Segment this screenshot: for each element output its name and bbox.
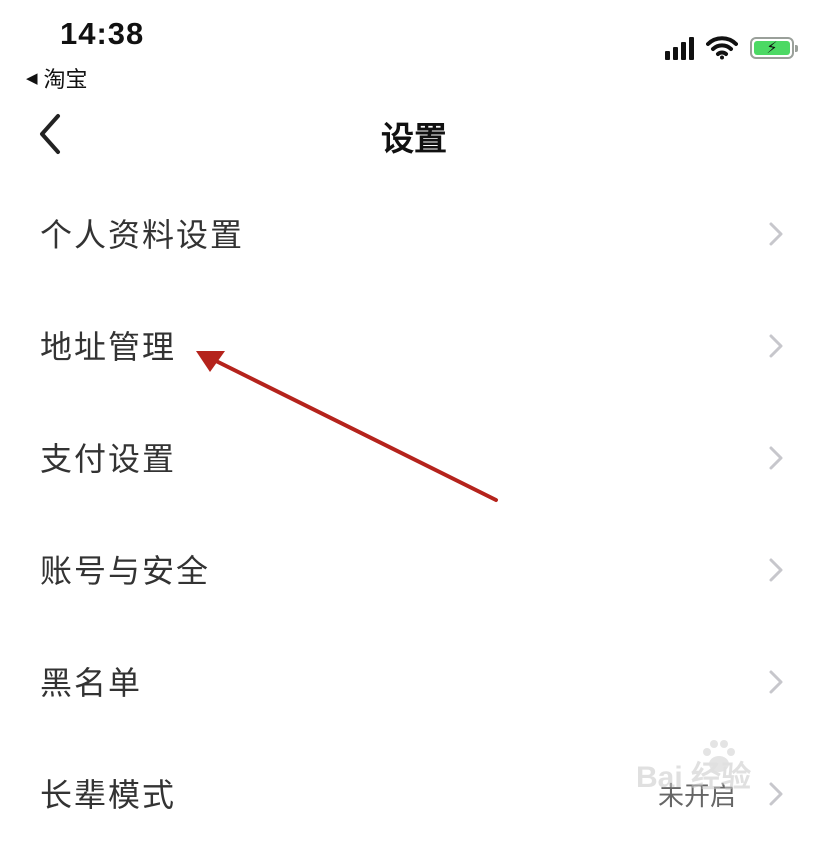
- settings-item-profile[interactable]: 个人资料设置: [0, 178, 828, 290]
- page-title: 设置: [381, 119, 447, 158]
- back-app-label: 淘宝: [43, 68, 88, 93]
- chevron-right-icon: [769, 558, 783, 582]
- cellular-signal-icon: [665, 36, 694, 60]
- settings-item-account-security[interactable]: 账号与安全: [0, 514, 828, 626]
- navigation-bar: 设置: [0, 100, 828, 170]
- settings-item-label: 个人资料设置: [40, 216, 245, 254]
- settings-item-label: 黑名单: [40, 664, 143, 702]
- chevron-right-icon: [769, 222, 783, 246]
- chevron-right-icon: [769, 670, 783, 694]
- back-to-app-link[interactable]: ◀ 淘宝: [26, 62, 88, 94]
- back-triangle-icon: ◀: [26, 69, 38, 87]
- status-bar: 14:38 ◀ 淘宝 ⚡: [0, 0, 828, 100]
- watermark-text: Bai 经验: [636, 761, 752, 794]
- status-time: 14:38: [60, 16, 145, 51]
- settings-item-label: 长辈模式: [40, 776, 177, 814]
- watermark: Bai 经验: [636, 736, 816, 806]
- settings-item-payment[interactable]: 支付设置: [0, 402, 828, 514]
- charging-bolt-icon: ⚡: [766, 38, 778, 57]
- chevron-right-icon: [769, 446, 783, 470]
- chevron-right-icon: [769, 334, 783, 358]
- settings-item-label: 支付设置: [40, 440, 177, 478]
- battery-icon: ⚡: [750, 37, 798, 59]
- wifi-icon: [706, 36, 738, 60]
- settings-item-blacklist[interactable]: 黑名单: [0, 626, 828, 738]
- settings-item-label: 地址管理: [40, 328, 177, 366]
- settings-item-label: 账号与安全: [40, 552, 211, 590]
- settings-item-address[interactable]: 地址管理: [0, 290, 828, 402]
- status-icons: ⚡: [665, 36, 798, 60]
